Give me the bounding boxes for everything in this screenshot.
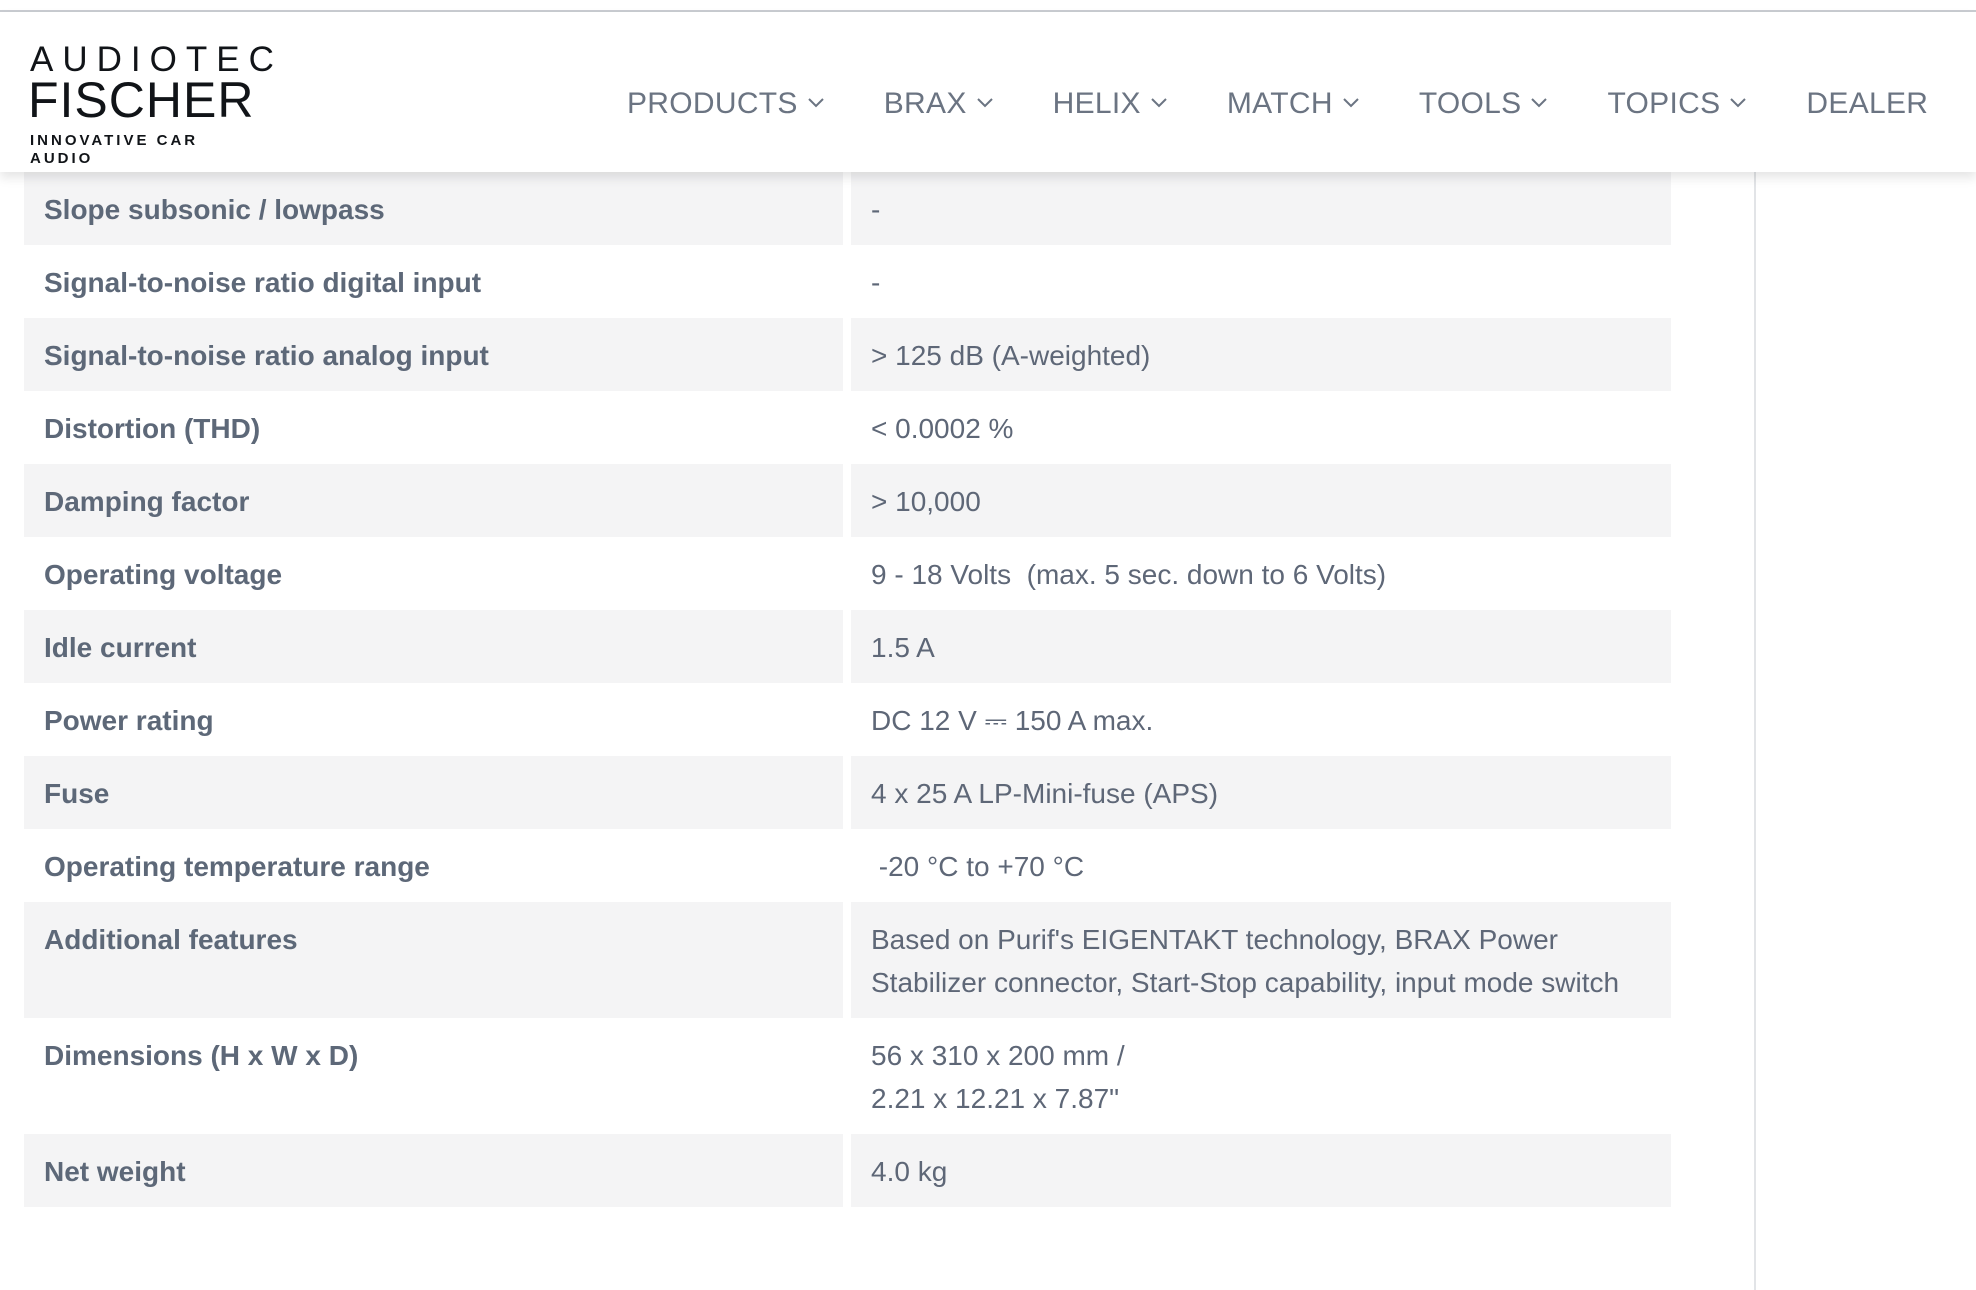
nav-item-products[interactable]: PRODUCTS bbox=[627, 87, 826, 121]
nav-item-tools[interactable]: TOOLS bbox=[1419, 87, 1550, 121]
spec-value: > 125 dB (A-weighted) bbox=[851, 318, 1671, 391]
table-row: Dimensions (H x W x D) 56 x 310 x 200 mm… bbox=[24, 1018, 1671, 1134]
spec-value-line: 56 x 310 x 200 mm / bbox=[871, 1040, 1125, 1071]
spec-value: < 0.0002 % bbox=[871, 413, 1014, 444]
logo-tagline: INNOVATIVE CAR AUDIO bbox=[30, 132, 199, 167]
spec-value: 4 x 25 A LP-Mini-fuse (APS) bbox=[851, 756, 1671, 829]
nav-item-dealer[interactable]: DEALER bbox=[1806, 87, 1928, 121]
audiotec-fischer-logo[interactable]: AUDIOTEC FISCHER INNOVATIVE CAR AUDIO bbox=[28, 42, 274, 168]
spec-label: Signal-to-noise ratio analog input bbox=[24, 318, 843, 391]
nav-item-helix[interactable]: HELIX bbox=[1053, 87, 1169, 121]
nav-item-label: MATCH bbox=[1226, 87, 1333, 120]
chevron-down-icon bbox=[1728, 92, 1748, 112]
spec-value: 1.5 A bbox=[851, 610, 1671, 683]
nav-item-label: DEALER bbox=[1806, 87, 1929, 120]
chevron-down-icon bbox=[1341, 92, 1361, 112]
spec-value: - bbox=[871, 267, 881, 298]
table-row: Distortion (THD) < 0.0002 % bbox=[24, 391, 1671, 464]
main-nav: PRODUCTS BRAX HELIX MATCH TOOLS TOPICS D… bbox=[627, 74, 1976, 134]
nav-item-brax[interactable]: BRAX bbox=[884, 87, 995, 121]
spec-value: 9 - 18 Volts (max. 5 sec. down to 6 Volt… bbox=[871, 559, 1387, 590]
nav-item-label: PRODUCTS bbox=[627, 87, 798, 120]
spec-value: -20 °C to +70 °C bbox=[871, 851, 1085, 882]
table-row: Power rating DC 12 V ⎓ 150 A max. bbox=[24, 683, 1671, 756]
technical-specs-table: Slope subsonic / lowpass - Signal-to-noi… bbox=[24, 172, 1671, 1207]
chevron-down-icon bbox=[806, 92, 826, 112]
table-row: Signal-to-noise ratio digital input - bbox=[24, 245, 1671, 318]
spec-value: > 10,000 bbox=[851, 464, 1671, 537]
chevron-down-icon bbox=[1529, 92, 1549, 112]
nav-item-label: TOPICS bbox=[1607, 87, 1721, 120]
spec-label: Distortion (THD) bbox=[44, 413, 261, 444]
table-row: Signal-to-noise ratio analog input > 125… bbox=[24, 318, 1671, 391]
spec-value: DC 12 V ⎓ 150 A max. bbox=[871, 705, 1154, 736]
spec-label: Fuse bbox=[24, 756, 843, 829]
table-row: Net weight 4.0 kg bbox=[24, 1134, 1671, 1207]
spec-value-line: 2.21 x 12.21 x 7.87" bbox=[871, 1083, 1120, 1114]
nav-item-match[interactable]: MATCH bbox=[1227, 87, 1361, 121]
spec-label: Operating temperature range bbox=[44, 851, 430, 882]
table-row: Additional features Based on Purif's EIG… bbox=[24, 902, 1671, 1018]
spec-value: 56 x 310 x 200 mm / 2.21 x 12.21 x 7.87" bbox=[851, 1018, 1671, 1134]
spec-value: - bbox=[851, 172, 1671, 245]
table-row: Operating voltage 9 - 18 Volts (max. 5 s… bbox=[24, 537, 1671, 610]
spec-label: Additional features bbox=[24, 902, 843, 1018]
logo-line-2: FISCHER bbox=[28, 72, 255, 128]
spec-label: Operating voltage bbox=[44, 559, 283, 590]
site-header: AUDIOTEC FISCHER INNOVATIVE CAR AUDIO PR… bbox=[0, 12, 1976, 172]
spec-label: Damping factor bbox=[24, 464, 843, 537]
browser-top-border bbox=[0, 0, 1976, 12]
spec-label: Net weight bbox=[24, 1134, 843, 1207]
spec-label: Slope subsonic / lowpass bbox=[24, 172, 843, 245]
spec-label: Dimensions (H x W x D) bbox=[44, 1040, 359, 1071]
table-row: Fuse 4 x 25 A LP-Mini-fuse (APS) bbox=[24, 756, 1671, 829]
nav-item-label: TOOLS bbox=[1418, 87, 1522, 120]
spec-label: Power rating bbox=[44, 705, 214, 736]
nav-item-topics[interactable]: TOPICS bbox=[1607, 87, 1748, 121]
nav-item-label: HELIX bbox=[1052, 87, 1141, 120]
spec-label: Idle current bbox=[24, 610, 843, 683]
spec-label: Signal-to-noise ratio digital input bbox=[44, 267, 482, 298]
sidebar-divider bbox=[1754, 172, 1756, 1290]
table-row: Operating temperature range -20 °C to +7… bbox=[24, 829, 1671, 902]
chevron-down-icon bbox=[1149, 92, 1169, 112]
spec-value: Based on Purif's EIGENTAKT technology, B… bbox=[851, 902, 1671, 1018]
chevron-down-icon bbox=[975, 92, 995, 112]
table-row: Idle current 1.5 A bbox=[24, 610, 1671, 683]
table-row: Damping factor > 10,000 bbox=[24, 464, 1671, 537]
spec-value: 4.0 kg bbox=[851, 1134, 1671, 1207]
nav-item-label: BRAX bbox=[883, 87, 967, 120]
table-row: Slope subsonic / lowpass - bbox=[24, 172, 1671, 245]
